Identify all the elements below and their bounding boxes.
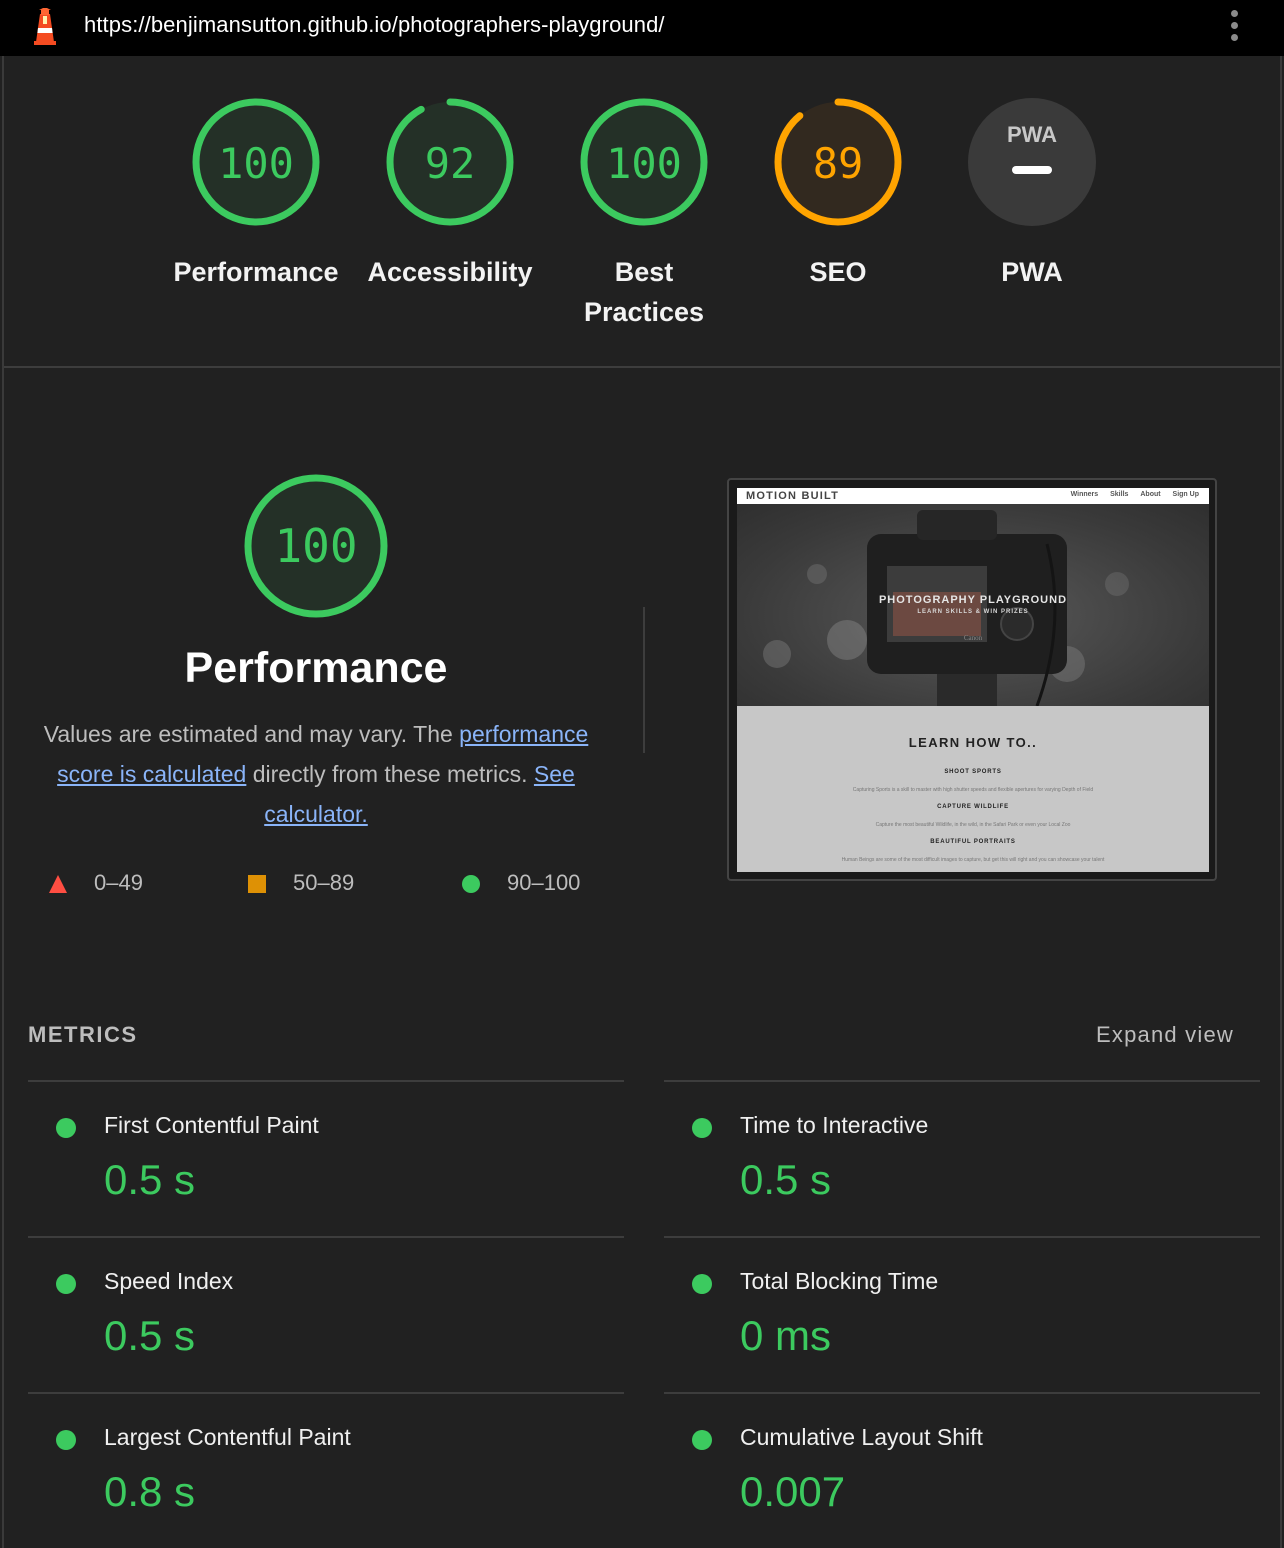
lighthouse-logo-icon — [34, 8, 56, 45]
performance-vertical-divider — [643, 607, 645, 753]
pass-dot-icon — [692, 1430, 712, 1450]
metric-value: 0.8 s — [104, 1468, 196, 1515]
pass-dot-icon — [692, 1118, 712, 1138]
legend-average-range: 50–89 — [293, 870, 355, 895]
fail-triangle-icon — [49, 875, 67, 894]
performance-title: Performance — [184, 644, 448, 692]
metric-value: 0.5 s — [104, 1312, 196, 1359]
screenshot-nav-link: About — [1140, 491, 1161, 498]
metric-time-to-interactive: Time to Interactive 0.5 s — [664, 1080, 1260, 1236]
legend-pass: 90–100 — [461, 870, 580, 896]
gauge-best-practices-label-line2: Practices — [583, 297, 705, 327]
metric-title: Largest Contentful Paint — [104, 1424, 351, 1450]
gauge-accessibility[interactable]: 92 Accessibility — [360, 96, 540, 292]
legend-fail: 0–49 — [48, 870, 143, 896]
screenshot-item-title: CAPTURE WILDLIFE — [937, 804, 1009, 810]
screenshot-nav-link: Winners — [1070, 491, 1099, 498]
performance-score: 100 — [274, 519, 357, 573]
gauge-performance[interactable]: 100 Performance — [166, 96, 346, 292]
final-screenshot: MOTION BUILT Winners Skills About Sign U… — [737, 488, 1209, 872]
metric-value: 0.5 s — [104, 1156, 196, 1203]
expand-view-toggle[interactable]: Expand view — [1096, 1022, 1234, 1048]
more-options-icon[interactable] — [1222, 6, 1246, 50]
pass-circle-icon — [462, 875, 480, 894]
screenshot-item-title: SHOOT SPORTS — [944, 769, 1002, 775]
gauge-best-practices-label: Best Practices — [554, 252, 734, 332]
screenshot-camera-brand: Canon — [963, 634, 983, 642]
performance-desc-middle: directly from these metrics. — [246, 761, 534, 787]
report-topbar: https://benjimansutton.github.io/photogr… — [0, 0, 1284, 56]
performance-desc-prefix: Values are estimated and may vary. The — [43, 721, 460, 747]
metrics-header: METRICS — [28, 1022, 138, 1047]
screenshot-brand: MOTION BUILT — [746, 490, 840, 502]
metric-value: 0.5 s — [740, 1156, 832, 1203]
screenshot-hero: PHOTOGRAPHY PLAYGROUND LEARN SKILLS & WI… — [737, 504, 1209, 706]
gauge-performance-score: 100 — [218, 139, 294, 188]
metric-title: Cumulative Layout Shift — [740, 1424, 983, 1450]
performance-description: Values are estimated and may vary. The p… — [28, 714, 604, 834]
gauge-seo-ring: 89 — [774, 98, 902, 226]
screenshot-hero-title: PHOTOGRAPHY PLAYGROUND — [878, 594, 1068, 606]
metric-value: 0 ms — [740, 1312, 832, 1359]
gauge-seo-score: 89 — [813, 139, 864, 188]
screenshot-nav-link: Sign Up — [1172, 491, 1199, 498]
metric-first-contentful-paint: First Contentful Paint 0.5 s — [28, 1080, 624, 1236]
metric-title: Total Blocking Time — [740, 1268, 939, 1294]
pass-dot-icon — [56, 1274, 76, 1294]
metric-title: First Contentful Paint — [104, 1112, 319, 1138]
legend-average: 50–89 — [247, 870, 354, 896]
gauge-pwa-label: PWA — [1001, 257, 1063, 287]
pass-dot-icon — [56, 1118, 76, 1138]
screenshot-item-text: Capturing Sports is a skill to master wi… — [852, 787, 1094, 793]
report-url: https://benjimansutton.github.io/photogr… — [84, 12, 665, 37]
screenshot-item-text: Capture the most beautiful Wildlife, in … — [875, 822, 1071, 828]
gauge-best-practices-ring: 100 — [580, 98, 708, 226]
average-square-icon — [248, 875, 266, 894]
gauge-pwa[interactable]: PWA PWA — [942, 96, 1122, 292]
metric-title: Speed Index — [104, 1268, 234, 1294]
legend-fail-range: 0–49 — [94, 870, 143, 895]
pwa-badge-text: PWA — [1007, 122, 1057, 147]
performance-score-gauge: 100 — [244, 474, 388, 618]
metric-cumulative-layout-shift: Cumulative Layout Shift 0.007 — [664, 1392, 1260, 1548]
gauge-best-practices-label-line1: Best — [614, 257, 674, 287]
pass-dot-icon — [692, 1274, 712, 1294]
metric-value: 0.007 — [740, 1468, 846, 1515]
gauge-best-practices-score: 100 — [606, 139, 682, 188]
gauge-performance-ring: 100 — [192, 98, 320, 226]
gauge-accessibility-ring: 92 — [386, 98, 514, 226]
screenshot-hero-subtitle: LEARN SKILLS & WIN PRIZES — [917, 609, 1029, 615]
metric-total-blocking-time: Total Blocking Time 0 ms — [664, 1236, 1260, 1392]
gauge-seo-label: SEO — [809, 257, 867, 287]
screenshot-learn-heading: LEARN HOW TO.. — [908, 735, 1038, 750]
gauge-performance-label: Performance — [173, 257, 339, 287]
screenshot-nav-links: Winners Skills About Sign Up — [1061, 491, 1199, 498]
legend-pass-range: 90–100 — [507, 870, 581, 895]
screenshot-item-title: BEAUTIFUL PORTRAITS — [930, 839, 1016, 845]
screenshot-nav-link: Skills — [1110, 491, 1129, 498]
metric-title: Time to Interactive — [740, 1112, 929, 1138]
pwa-badge-icon: PWA — [968, 98, 1096, 226]
gauge-accessibility-score: 92 — [425, 139, 476, 188]
screenshot-item-text: Human Beings are some of the most diffic… — [841, 857, 1105, 863]
pass-dot-icon — [56, 1430, 76, 1450]
gauge-accessibility-label: Accessibility — [367, 257, 533, 287]
metric-largest-contentful-paint: Largest Contentful Paint 0.8 s — [28, 1392, 624, 1548]
gauge-seo[interactable]: 89 SEO — [748, 96, 928, 292]
metric-speed-index: Speed Index 0.5 s — [28, 1236, 624, 1392]
gauge-best-practices[interactable]: 100 Best Practices — [554, 96, 734, 332]
screenshot-navbar: MOTION BUILT Winners Skills About Sign U… — [737, 488, 1209, 504]
summary-divider — [4, 366, 1282, 368]
